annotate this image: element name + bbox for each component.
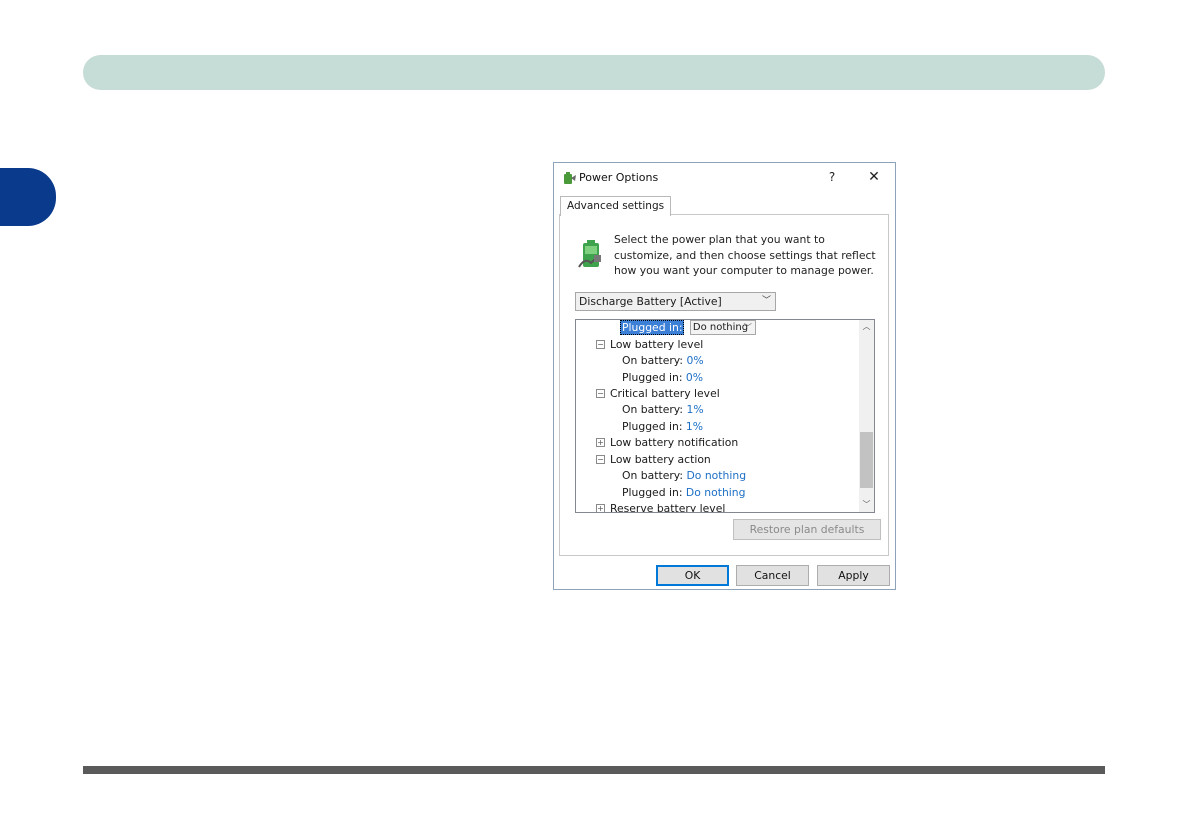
dialog-title: Power Options [579, 171, 659, 184]
plugged-in-label: Plugged in: [622, 420, 683, 433]
tree-row-action-on-battery[interactable]: On battery: Do nothing [622, 468, 746, 484]
tree-row-low-battery-level[interactable]: − Low battery level [596, 337, 703, 353]
power-plan-select[interactable]: Discharge Battery [Active] ﹀ [575, 292, 776, 311]
on-battery-label: On battery: [622, 354, 684, 367]
tree-row-low-battery-notification[interactable]: + Low battery notification [596, 435, 738, 451]
plugged-in-label: Plugged in: [622, 486, 683, 499]
expand-icon[interactable]: + [596, 437, 605, 447]
collapse-icon[interactable]: − [596, 454, 605, 464]
on-battery-label: On battery: [622, 403, 684, 416]
scroll-down-icon[interactable]: ﹀ [859, 498, 874, 512]
cancel-button[interactable]: Cancel [736, 565, 809, 586]
tab-advanced-settings[interactable]: Advanced settings [560, 196, 672, 216]
on-battery-label: On battery: [622, 469, 684, 482]
battery-plug-icon [578, 240, 601, 268]
reserve-battery-level-label: Reserve battery level [610, 502, 726, 513]
power-plan-select-value: Discharge Battery [Active] [579, 295, 722, 308]
scroll-up-icon[interactable]: ︿ [859, 320, 874, 334]
tree-row-critical-battery-level[interactable]: − Critical battery level [596, 386, 720, 402]
tree-row-low-level-plugged-in[interactable]: Plugged in: 0% [622, 370, 703, 386]
critical-battery-level-label: Critical battery level [610, 387, 720, 400]
critical-on-battery-value[interactable]: 1% [686, 403, 703, 416]
tree-row-low-battery-action[interactable]: − Low battery action [596, 452, 711, 468]
tree-row-critical-on-battery[interactable]: On battery: 1% [622, 402, 704, 418]
critical-plugged-in-value[interactable]: 1% [686, 420, 703, 433]
advanced-settings-panel: Select the power plan that you want to c… [559, 214, 889, 556]
tree-row-critical-plugged-in[interactable]: Plugged in: 1% [622, 419, 703, 435]
low-battery-action-label: Low battery action [610, 453, 711, 466]
plugged-in-label: Plugged in: [622, 371, 683, 384]
tree-row-plugged-in-editing[interactable]: Plugged in: Do nothing ﹀ [620, 320, 756, 336]
header-band [83, 55, 1105, 90]
tree-row-reserve-battery-level[interactable]: + Reserve battery level [596, 501, 726, 513]
settings-tree[interactable]: Plugged in: Do nothing ﹀ − Low battery le… [575, 319, 875, 513]
close-button[interactable]: ✕ [862, 167, 886, 187]
power-options-icon [564, 172, 576, 184]
plugged-in-label-selected[interactable]: Plugged in: [620, 320, 685, 335]
plugged-in-action-dropdown[interactable]: Do nothing ﹀ [689, 320, 756, 335]
chevron-down-icon: ﹀ [743, 323, 752, 332]
help-button[interactable]: ? [822, 167, 842, 187]
title-bar: Power Options ? ✕ [554, 163, 895, 191]
low-battery-level-label: Low battery level [610, 338, 704, 351]
tree-row-action-plugged-in[interactable]: Plugged in: Do nothing [622, 485, 746, 501]
ok-button[interactable]: OK [656, 565, 729, 586]
collapse-icon[interactable]: − [596, 339, 605, 349]
action-on-battery-value[interactable]: Do nothing [686, 469, 746, 482]
apply-button[interactable]: Apply [817, 565, 890, 586]
action-plugged-in-value[interactable]: Do nothing [686, 486, 746, 499]
scrollbar-thumb[interactable] [860, 432, 873, 488]
low-battery-notification-label: Low battery notification [610, 436, 739, 449]
power-options-dialog: Power Options ? ✕ Advanced settings Sele… [553, 162, 896, 590]
tree-scrollbar[interactable]: ︿ ﹀ [859, 320, 874, 512]
expand-icon[interactable]: + [596, 503, 605, 512]
chapter-tab [0, 168, 56, 226]
footer-rule [83, 766, 1105, 774]
plugged-in-action-value: Do nothing [692, 322, 749, 333]
tree-row-low-level-on-battery[interactable]: On battery: 0% [622, 353, 704, 369]
low-level-plugged-in-value[interactable]: 0% [686, 371, 703, 384]
chevron-down-icon: ﹀ [761, 296, 771, 306]
low-level-on-battery-value[interactable]: 0% [686, 354, 703, 367]
description-text: Select the power plan that you want to c… [614, 233, 876, 277]
collapse-icon[interactable]: − [596, 388, 605, 398]
restore-plan-defaults-button[interactable]: Restore plan defaults [733, 519, 881, 540]
